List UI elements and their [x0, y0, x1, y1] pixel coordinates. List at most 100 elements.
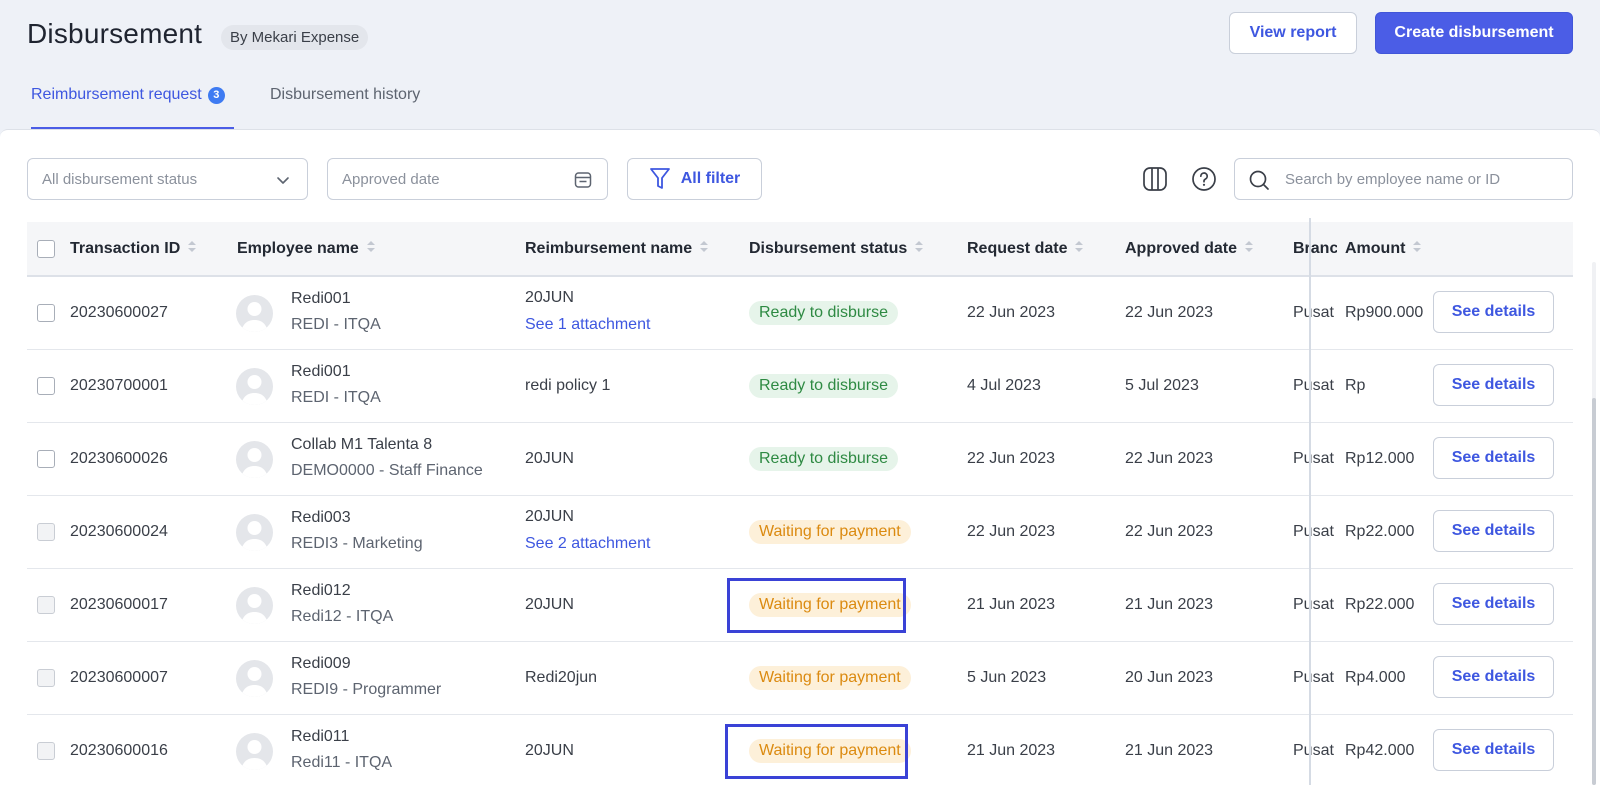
- column-header-employee-name[interactable]: Employee name: [237, 222, 375, 275]
- chevron-down-icon: [277, 177, 289, 184]
- reimbursement-name: 20JUN: [525, 508, 574, 525]
- column-header-transaction-id[interactable]: Transaction ID: [70, 222, 197, 275]
- employee-name: Collab M1 Talenta 8: [291, 436, 433, 453]
- see-details-button[interactable]: See details: [1433, 437, 1554, 479]
- amount-cell: Rp22.000: [1345, 496, 1429, 568]
- transaction-id: 20230700001: [70, 377, 168, 394]
- see-details-button[interactable]: See details: [1433, 583, 1554, 625]
- see-details-button[interactable]: See details: [1433, 729, 1554, 771]
- branch: Pusat: [1293, 377, 1334, 394]
- help-button[interactable]: [1188, 163, 1220, 195]
- row-checkbox: [37, 523, 55, 541]
- column-header-amount[interactable]: Amount: [1345, 222, 1432, 275]
- approved-date: 21 Jun 2023: [1125, 742, 1214, 759]
- table-row: 20230600026 Collab M1 Talenta 8 DEMO0000 -…: [27, 423, 1573, 496]
- columns-icon: [1143, 167, 1167, 191]
- select-all-checkbox[interactable]: [37, 240, 55, 258]
- amount: Rp900.000: [1345, 304, 1424, 321]
- branch-cell: Pusat: [1293, 423, 1337, 495]
- reimbursement-name: 20JUN: [525, 450, 574, 467]
- column-header-reimbursement-name[interactable]: Reimbursement name: [525, 222, 709, 275]
- column-header-branch[interactable]: Branch: [1293, 222, 1337, 275]
- amount: Rp12.000: [1345, 450, 1415, 467]
- reimbursement-name: 20JUN: [525, 596, 574, 613]
- column-header-approved-date[interactable]: Approved date: [1125, 222, 1254, 275]
- column-settings-button[interactable]: [1139, 163, 1171, 195]
- brand-tag: By Mekari Expense: [221, 25, 369, 50]
- search-input[interactable]: [1285, 159, 1565, 199]
- approved-date-picker[interactable]: Approved date: [327, 158, 608, 200]
- status-badge: Waiting for payment: [749, 666, 911, 690]
- highlight-box: [727, 578, 906, 633]
- amount: Rp22.000: [1345, 523, 1415, 540]
- request-date: 5 Jun 2023: [967, 669, 1047, 686]
- employee-id-department: REDI3 - Marketing: [291, 535, 423, 552]
- tab-reimbursement-request[interactable]: Reimbursement request 3: [31, 86, 234, 130]
- search-box: [1234, 158, 1573, 200]
- employee-id-department: Redi11 - ITQA: [291, 754, 393, 771]
- all-filter-button[interactable]: All filter: [627, 158, 762, 200]
- row-checkbox: [37, 742, 55, 760]
- branch: Pusat: [1293, 596, 1334, 613]
- sort-icon: [188, 240, 197, 253]
- amount: Rp: [1345, 377, 1366, 394]
- status-badge: Ready to disburse: [749, 374, 898, 398]
- transaction-id: 20230600007: [70, 669, 168, 686]
- branch: Pusat: [1293, 450, 1334, 467]
- table-row: 20230600016 Redi011 Redi11 - ITQA 20JUN Wait…: [27, 715, 1573, 785]
- create-disbursement-button[interactable]: Create disbursement: [1375, 12, 1573, 54]
- table-row: 20230600007 Redi009 REDI9 - Programmer Redi…: [27, 642, 1573, 715]
- employee-id-department: Redi12 - ITQA: [291, 608, 394, 625]
- see-details-button[interactable]: See details: [1433, 656, 1554, 698]
- sort-icon: [1413, 240, 1422, 253]
- status-badge: Ready to disburse: [749, 447, 898, 471]
- avatar: [236, 368, 273, 405]
- amount-cell: Rp4.000: [1345, 642, 1429, 714]
- transaction-id: 20230600024: [70, 523, 168, 540]
- column-header-request-date[interactable]: Request date: [967, 222, 1084, 275]
- request-date: 21 Jun 2023: [967, 596, 1056, 613]
- table-row: 20230600017 Redi012 Redi12 - ITQA 20JUN Wait…: [27, 569, 1573, 642]
- employee-name: Redi001: [291, 290, 351, 307]
- calendar-icon: [574, 172, 592, 188]
- sort-icon: [1245, 240, 1254, 253]
- row-checkbox[interactable]: [37, 450, 55, 468]
- scrollbar-thumb[interactable]: [1592, 398, 1596, 785]
- tab-label: Reimbursement request: [31, 86, 202, 103]
- see-details-button[interactable]: See details: [1433, 364, 1554, 406]
- filter-icon: [649, 168, 670, 189]
- branch-cell: Pusat: [1293, 715, 1337, 785]
- reimbursement-name: redi policy 1: [525, 377, 611, 394]
- status-filter-placeholder: All disbursement status: [42, 170, 198, 188]
- row-checkbox[interactable]: [37, 304, 55, 322]
- amount: Rp22.000: [1345, 596, 1415, 613]
- disbursement-table: Transaction ID Employee name Reimburseme…: [27, 222, 1573, 785]
- column-header-disbursement-status[interactable]: Disbursement status: [749, 222, 924, 275]
- attachment-link[interactable]: See 2 attachment: [525, 535, 650, 553]
- request-date: 4 Jul 2023: [967, 377, 1041, 394]
- employee-name: Redi011: [291, 728, 350, 745]
- row-checkbox[interactable]: [37, 377, 55, 395]
- search-icon: [1249, 170, 1269, 190]
- attachment-link[interactable]: See 1 attachment: [525, 316, 650, 334]
- employee-name: Redi009: [291, 655, 351, 672]
- employee-name: Redi001: [291, 363, 351, 380]
- branch: Pusat: [1293, 669, 1334, 686]
- employee-id-department: REDI9 - Programmer: [291, 681, 442, 698]
- transaction-id: 20230600026: [70, 450, 168, 467]
- see-details-button[interactable]: See details: [1433, 291, 1554, 333]
- tab-disbursement-history[interactable]: Disbursement history: [270, 86, 420, 130]
- employee-name: Redi003: [291, 509, 351, 526]
- transaction-id: 20230600016: [70, 742, 168, 759]
- view-report-button[interactable]: View report: [1229, 12, 1357, 54]
- see-details-button[interactable]: See details: [1433, 510, 1554, 552]
- avatar: [236, 295, 273, 332]
- avatar: [236, 514, 273, 551]
- tab-label: Disbursement history: [270, 86, 421, 103]
- branch: Pusat: [1293, 742, 1334, 759]
- branch-cell: Pusat: [1293, 350, 1337, 422]
- employee-id-department: DEMO0000 - Staff Finance: [291, 462, 483, 479]
- transaction-id: 20230600027: [70, 304, 168, 321]
- avatar: [236, 660, 273, 697]
- status-filter-select[interactable]: All disbursement status: [27, 158, 308, 200]
